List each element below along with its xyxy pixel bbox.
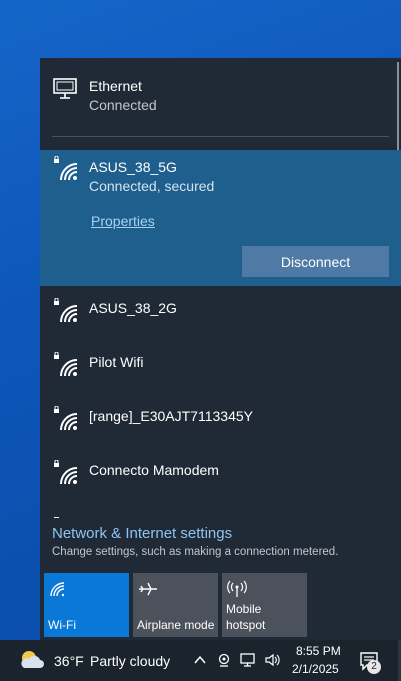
network-item[interactable]: Pilot Wifi <box>40 340 401 394</box>
secured-wifi-icon <box>54 406 78 431</box>
webcam-icon[interactable] <box>216 652 232 668</box>
network-item[interactable]: Connecto Mamodem <box>40 448 401 502</box>
secured-wifi-icon <box>54 352 78 377</box>
connected-status: Connected, secured <box>89 178 215 194</box>
ethernet-name: Ethernet <box>89 78 142 94</box>
ethernet-item[interactable]: Ethernet Connected <box>40 58 401 138</box>
airplane-mode-toggle[interactable]: Airplane mode <box>133 573 218 637</box>
network-ssid: Pilot Wifi <box>89 354 144 370</box>
network-item-connected[interactable]: ASUS_38_5G Connected, secured Properties… <box>40 150 401 286</box>
connected-ssid: ASUS_38_5G <box>89 159 177 175</box>
airplane-mode-label: Airplane mode <box>137 618 215 632</box>
properties-link[interactable]: Properties <box>91 213 155 229</box>
network-ssid: ASUS_38_2G <box>89 300 177 316</box>
notification-count-badge: 2 <box>367 660 381 674</box>
divider <box>52 136 389 137</box>
network-settings-description: Change settings, such as making a connec… <box>52 546 339 558</box>
mobile-hotspot-label: Mobile hotspot <box>226 602 266 632</box>
clock-time[interactable]: 8:55 PM <box>296 644 341 658</box>
network-item[interactable]: ASUS_38_2G <box>40 286 401 340</box>
network-ssid: Connecto Mamodem <box>89 462 219 478</box>
chevron-up-icon[interactable] <box>192 652 208 668</box>
partly-cloudy-icon[interactable] <box>18 648 46 672</box>
wifi-toggle-label: Wi-Fi <box>48 618 76 632</box>
network-settings-link[interactable]: Network & Internet settings <box>52 525 232 542</box>
weather-condition[interactable]: Partly cloudy <box>90 653 170 669</box>
hotspot-icon <box>227 580 247 597</box>
network-item[interactable]: [range]_E30AJT7113345Y <box>40 394 401 448</box>
disconnect-button[interactable]: Disconnect <box>242 246 389 277</box>
flyout-footer: Network & Internet settings Change setti… <box>40 518 401 640</box>
ethernet-icon <box>53 78 77 99</box>
weather-temperature[interactable]: 36°F <box>54 653 84 669</box>
network-icon[interactable] <box>240 652 256 668</box>
network-flyout: Ethernet Connected ASUS_38_5G Connected,… <box>40 58 401 640</box>
mobile-hotspot-toggle[interactable]: Mobile hotspot <box>222 573 307 637</box>
network-ssid: [range]_E30AJT7113345Y <box>89 408 253 424</box>
secured-wifi-icon <box>54 298 78 323</box>
secured-wifi-icon <box>54 156 78 181</box>
taskbar: 36°F Partly cloudy 8:55 PM 2/1/2025 2 <box>0 640 401 681</box>
clock-date[interactable]: 2/1/2025 <box>292 662 339 676</box>
secured-wifi-icon <box>54 460 78 485</box>
airplane-icon <box>139 582 157 596</box>
volume-icon[interactable] <box>264 652 280 668</box>
ethernet-status: Connected <box>89 97 157 113</box>
wifi-toggle[interactable]: Wi-Fi <box>44 573 129 637</box>
wifi-icon <box>50 582 65 597</box>
